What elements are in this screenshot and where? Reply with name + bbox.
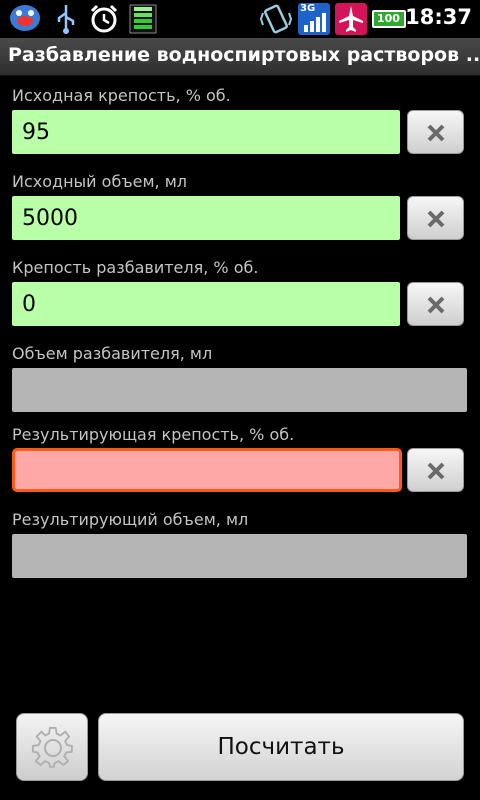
initial-volume-label: Исходный объем, мл <box>12 172 188 191</box>
initial-strength-label: Исходная крепость, % об. <box>12 86 231 105</box>
settings-button[interactable] <box>16 713 88 781</box>
clear-initial-volume-button[interactable] <box>407 196 464 240</box>
initial-strength-input[interactable] <box>12 110 400 154</box>
close-icon <box>427 462 445 480</box>
app-title: Разбавление водноспиртовых растворов ... <box>8 44 480 66</box>
clear-result-strength-button[interactable] <box>407 448 464 492</box>
close-icon <box>427 296 445 314</box>
usb-icon <box>57 5 75 34</box>
clear-initial-strength-button[interactable] <box>407 110 464 154</box>
close-icon <box>427 124 445 142</box>
diluent-strength-field[interactable] <box>12 282 400 326</box>
calculate-button[interactable]: Посчитать <box>98 713 464 781</box>
result-volume-input <box>12 534 467 578</box>
diluent-volume-field <box>12 368 467 412</box>
network-signal-icon: 3G <box>298 3 330 35</box>
diluent-strength-input[interactable] <box>12 282 400 326</box>
diluent-volume-label: Объем разбавителя, мл <box>12 344 213 363</box>
result-strength-input[interactable] <box>15 451 399 489</box>
airplane-mode-icon <box>335 3 367 35</box>
vibrate-icon <box>260 4 292 34</box>
status-time: 18:37 <box>405 5 472 29</box>
diluent-strength-label: Крепость разбавителя, % об. <box>12 258 259 277</box>
result-volume-label: Результирующий объем, мл <box>12 510 249 529</box>
talk-icon <box>10 5 40 31</box>
status-bar: 3G 100 18:37 <box>0 0 480 38</box>
battery-level: 100 <box>377 12 400 25</box>
battery-icon: 100 <box>372 10 406 28</box>
clear-diluent-strength-button[interactable] <box>407 282 464 326</box>
initial-volume-input[interactable] <box>12 196 400 240</box>
initial-volume-field[interactable] <box>12 196 400 240</box>
app-title-bar: Разбавление водноспиртовых растворов ... <box>0 38 480 76</box>
initial-strength-field[interactable] <box>12 110 400 154</box>
close-icon <box>427 210 445 228</box>
signal-meter-icon <box>129 4 157 34</box>
diluent-volume-input <box>12 368 467 412</box>
result-strength-label: Результирующая крепость, % об. <box>12 425 295 444</box>
alarm-icon <box>90 4 118 33</box>
result-strength-field[interactable] <box>12 448 402 492</box>
result-volume-field <box>12 534 467 578</box>
gear-icon <box>31 726 73 768</box>
